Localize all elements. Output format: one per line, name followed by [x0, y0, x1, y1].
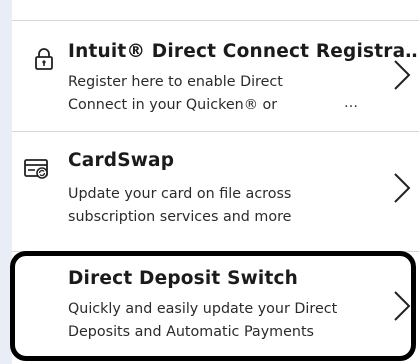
- list-item-direct-connect[interactable]: Intuit® Direct Connect Registra… Registe…: [0, 20, 419, 132]
- item-title: CardSwap: [68, 150, 175, 171]
- chevron-right-icon: [393, 59, 411, 95]
- item-title: Intuit® Direct Connect Registra…: [68, 41, 419, 62]
- list-item-cardswap[interactable]: CardSwap Update your card on file across…: [0, 132, 419, 252]
- item-description: Update your card on file across subscrip…: [68, 186, 292, 225]
- chevron-right-icon: [393, 172, 411, 208]
- item-title: Direct Deposit Switch: [68, 268, 299, 289]
- card-swap-icon: [24, 158, 50, 184]
- services-list: Intuit® Direct Connect Registra… Registe…: [0, 0, 419, 364]
- more-ellipsis: …: [344, 95, 358, 111]
- item-description: Register here to enable Direct Connect i…: [68, 74, 283, 113]
- chevron-right-icon: [393, 290, 411, 326]
- lock-icon: [34, 47, 54, 75]
- list-item-direct-deposit-switch[interactable]: Direct Deposit Switch Quickly and easily…: [10, 251, 416, 361]
- item-description: Quickly and easily update your Direct De…: [68, 301, 338, 340]
